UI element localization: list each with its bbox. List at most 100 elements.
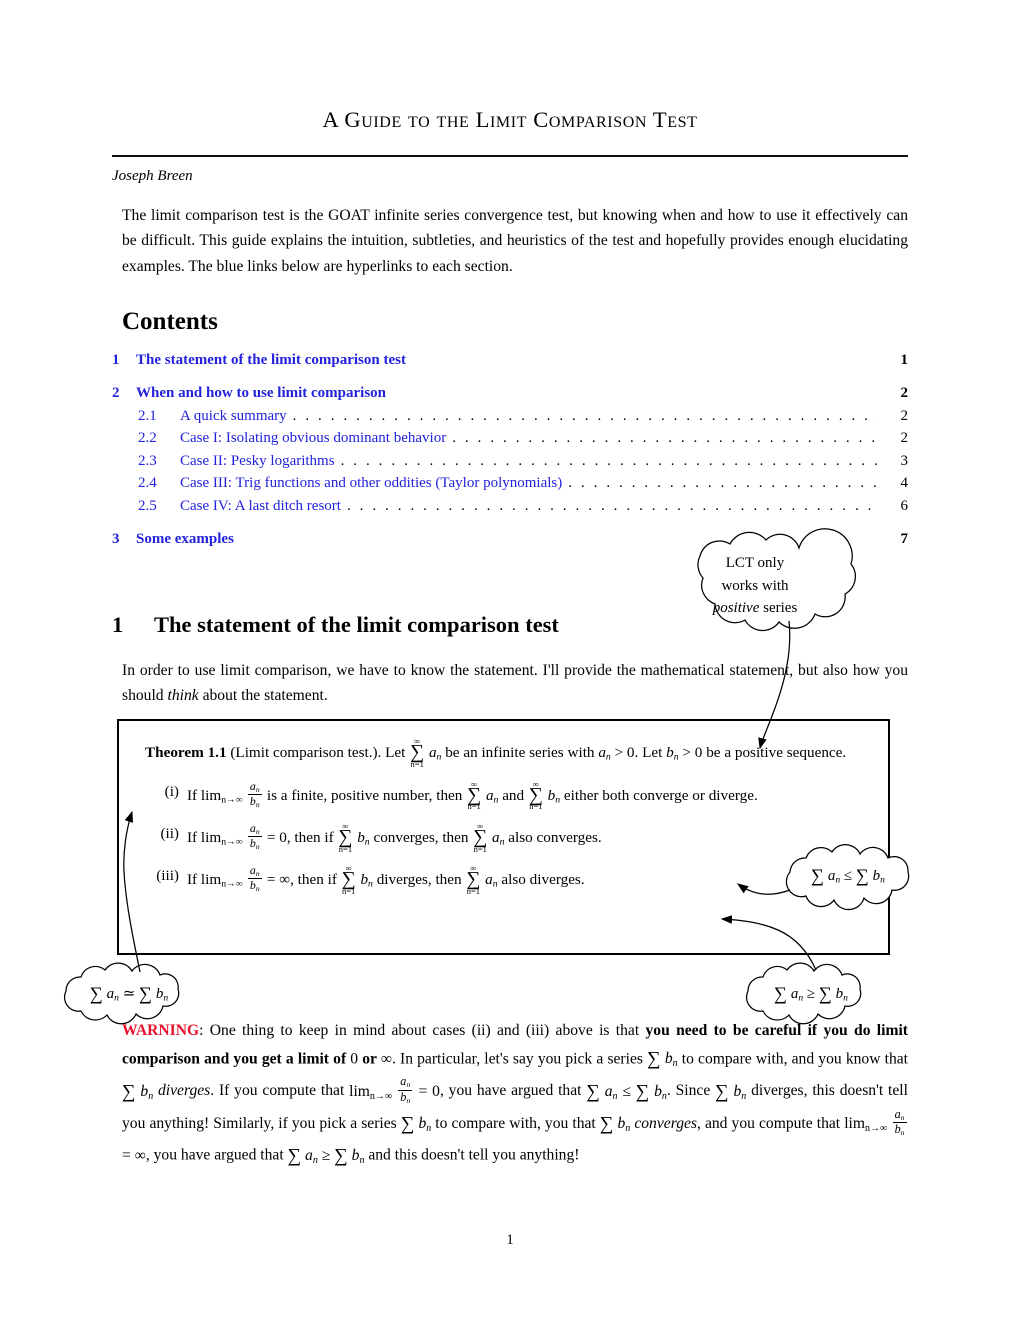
callout-line-2: works with <box>721 577 789 594</box>
warning-t10: , you have argued that <box>145 1146 288 1164</box>
toc-number: 2.3 <box>138 452 157 469</box>
toc-entry-2-4[interactable]: 2.4 Case III: Trig functions and other o… <box>112 475 908 492</box>
toc-page-number: 2 <box>900 407 909 424</box>
toc-leader: . . . . . . . . . . . . . . . . . . . . … <box>340 452 878 469</box>
title-divider <box>112 155 908 157</box>
toc-label[interactable]: Case II: Pesky logarithms <box>180 453 335 470</box>
toc-leader: . . . . . . . . . . . . . . . . . . . . … <box>452 430 878 446</box>
toc-entry-3[interactable]: 3 Some examples 7 <box>112 531 908 548</box>
callout-leq-text: ∑ an ≤ ∑ bn <box>788 862 908 889</box>
warning-t9: , and you compute that <box>696 1114 845 1132</box>
math-limit-ratio-infinity: limn→∞ an bn = ∞ <box>200 863 291 894</box>
theorem-statement: Theorem 1.1 (Limit comparison test.). Le… <box>145 736 863 769</box>
page-number: 1 <box>506 1232 514 1248</box>
toc-label[interactable]: When and how to use limit comparison <box>136 385 386 402</box>
callout-line-3-rest: series <box>759 600 798 616</box>
toc-label[interactable]: The statement of the limit comparison te… <box>136 352 406 369</box>
math-sum-an: ∑ ∞ n=1 an <box>410 736 442 769</box>
callout-geq-text: ∑ an ≥ ∑ bn <box>750 980 872 1007</box>
warning-t6: . Since <box>666 1082 716 1100</box>
abstract-paragraph: The limit comparison test is the GOAT in… <box>122 207 908 275</box>
toc-number: 1 <box>112 352 120 368</box>
math-sum-an: ∑ ∞ n=1 an <box>473 821 505 854</box>
math-callout-simeq: ∑ an ≃ ∑ bn <box>89 983 169 1004</box>
callout-positive-series-text: LCT only works with positive series <box>695 552 815 620</box>
toc-entry-2-2[interactable]: 2.2 Case I: Isolating obvious dominant b… <box>112 430 908 447</box>
toc-entry-2-1[interactable]: 2.1 A quick summary . . . . . . . . . . … <box>112 408 908 425</box>
toc-page-number: 3 <box>900 452 909 469</box>
warning-t8: to compare with, you that <box>431 1114 600 1132</box>
section-title: The statement of the limit comparison te… <box>154 612 559 637</box>
theorem-item-iii: (iii) If limn→∞ an bn = ∞, then if ∑ ∞ n=1 … <box>145 863 863 896</box>
toc-leader: . . . . . . . . . . . . . . . . . . . . … <box>346 497 878 514</box>
toc-label[interactable]: Case IV: A last ditch resort <box>180 498 341 515</box>
section-1-intro: In order to use limit comparison, we hav… <box>122 658 908 709</box>
math-an-positive: an > 0 <box>598 744 635 763</box>
theorem-label: Theorem 1.1 <box>145 744 227 761</box>
toc-entry-2-3[interactable]: 2.3 Case II: Pesky logarithms . . . . . … <box>112 453 908 470</box>
math-limit-zero: limn→∞ an bn = 0 <box>349 1074 440 1105</box>
math-sum-leq: ∑ an ≤ ∑ bn <box>586 1081 667 1103</box>
toc-page-number: 6 <box>900 497 909 514</box>
theorem-item-i: (i) If limn→∞ an bn is a finite, positive… <box>145 778 863 812</box>
toc-leader: . . . . . . . . . . . . . . . . . . . . … <box>568 475 878 491</box>
warning-diverges-em: diverges <box>158 1082 211 1100</box>
callout-line-1: LCT only <box>725 555 785 571</box>
item-text-b: is a finite, positive number, then <box>266 786 463 804</box>
math-sum-an: ∑ ∞ n=1 an <box>466 863 498 896</box>
toc-entry-1[interactable]: 1 The statement of the limit comparison … <box>112 352 908 369</box>
contents-heading: Contents <box>122 308 218 335</box>
toc-number: 2.1 <box>138 407 157 424</box>
section-number: 1 <box>112 612 124 637</box>
table-of-contents: 1 The statement of the limit comparison … <box>112 352 908 548</box>
theorem-name: (Limit comparison test.). <box>230 744 382 761</box>
toc-label[interactable]: Some examples <box>136 531 234 548</box>
item-text-b: , then if <box>290 871 337 889</box>
warning-label: WARNING <box>122 1022 200 1039</box>
toc-label[interactable]: Case III: Trig functions and other oddit… <box>180 475 562 492</box>
warning-t1: : One thing to keep in mind about cases … <box>199 1022 646 1039</box>
section-1-heading: 1 The statement of the limit comparison t… <box>112 612 559 638</box>
theorem-stmt-a: Let <box>385 744 406 761</box>
math-sum-bn: ∑ ∞ n=1 bn <box>341 863 373 896</box>
warning-t11: and this doesn't tell you anything! <box>364 1146 580 1164</box>
item-marker: (ii) <box>160 824 179 842</box>
theorem-stmt-d: be a positive sequence. <box>706 744 847 761</box>
warning-converges-em: converges <box>634 1114 697 1132</box>
item-text-c: diverges, then <box>376 871 462 889</box>
warning-paragraph: WARNING: One thing to keep in mind about… <box>122 1018 908 1172</box>
toc-entry-2-5[interactable]: 2.5 Case IV: A last ditch resort . . . .… <box>112 498 908 515</box>
toc-entry-2[interactable]: 2 When and how to use limit comparison 2 <box>112 385 908 402</box>
math-sum-bn: ∑ ∞ n=1 bn <box>528 779 561 812</box>
toc-page-number: 7 <box>900 530 909 547</box>
item-text-d: also diverges. <box>501 871 585 889</box>
math-sum-an: ∑ ∞ n=1 an <box>467 779 499 812</box>
warning-t5: , you have argued that <box>439 1082 587 1100</box>
toc-number: 3 <box>112 530 120 547</box>
item-text-d: either both converge or diverge. <box>563 786 758 804</box>
toc-page-number: 2 <box>900 385 909 401</box>
item-marker: (iii) <box>156 867 179 885</box>
toc-number: 2.2 <box>138 430 157 446</box>
toc-number: 2 <box>112 385 120 401</box>
theorem-box: Theorem 1.1 (Limit comparison test.). Le… <box>117 719 890 955</box>
document-page: A Guide to the Limit Comparison Test Jos… <box>0 0 1020 1320</box>
math-limit-ratio: limn→∞ an bn <box>200 778 262 809</box>
toc-page-number: 1 <box>900 352 909 368</box>
warning-bold-or: or <box>358 1050 381 1068</box>
item-text-c: converges, then <box>373 829 469 847</box>
math-sum-bn-plain: ∑ bn <box>122 1081 154 1103</box>
author-name: Joseph Breen <box>112 168 193 184</box>
item-text-b: , then if <box>286 829 334 847</box>
theorem-stmt-c: . Let <box>634 744 663 761</box>
math-zero: 0 <box>350 1050 359 1068</box>
page-title: A Guide to the Limit Comparison Test <box>322 107 698 132</box>
theorem-content: Theorem 1.1 (Limit comparison test.). Le… <box>145 736 863 896</box>
toc-label[interactable]: A quick summary <box>180 408 287 425</box>
item-text-d: also converges. <box>508 829 602 847</box>
math-limit-ratio-zero: limn→∞ an bn = 0 <box>200 820 287 852</box>
warning-t4: . If you compute that <box>210 1082 350 1100</box>
toc-number: 2.4 <box>138 475 157 491</box>
warning-t3: to compare with, and you know that <box>677 1050 909 1068</box>
toc-label[interactable]: Case I: Isolating obvious dominant behav… <box>180 430 446 447</box>
